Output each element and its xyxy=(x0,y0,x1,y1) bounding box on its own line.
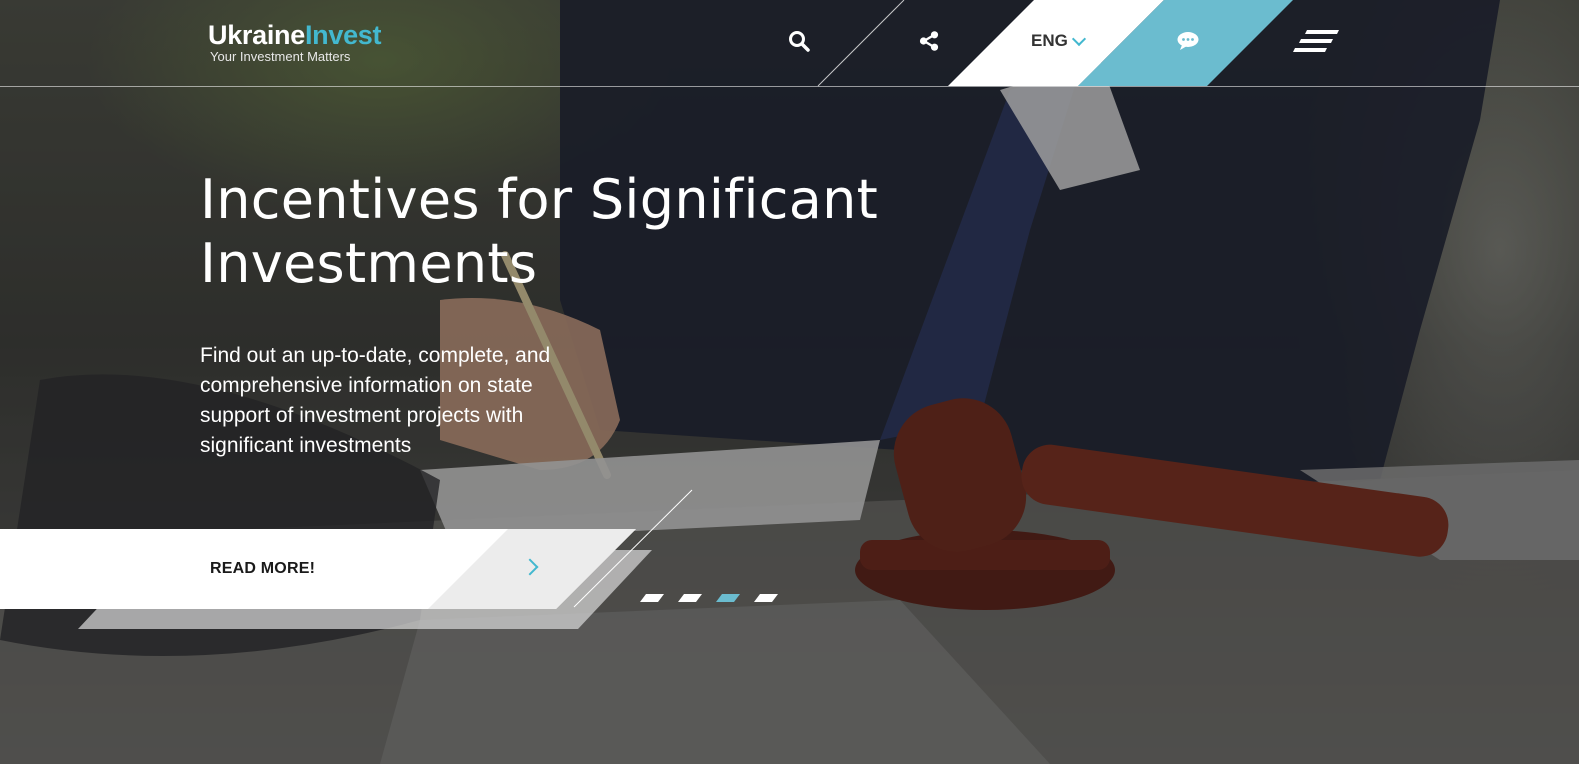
search-icon[interactable] xyxy=(786,28,812,54)
slide-dot-4[interactable] xyxy=(754,594,778,602)
slide-dot-3-active[interactable] xyxy=(716,594,740,602)
read-more-label: READ MORE! xyxy=(210,560,316,577)
language-selector[interactable]: ENG xyxy=(1031,31,1086,51)
slider-pagination xyxy=(640,594,778,602)
menu-icon[interactable] xyxy=(1293,28,1341,54)
slide-dot-1[interactable] xyxy=(640,594,664,602)
slide-dot-2[interactable] xyxy=(678,594,702,602)
chat-icon[interactable] xyxy=(1175,28,1201,54)
chevron-down-icon xyxy=(1071,31,1086,46)
language-label: ENG xyxy=(1031,31,1068,50)
read-more-button[interactable] xyxy=(0,529,650,609)
share-icon[interactable] xyxy=(916,28,942,54)
